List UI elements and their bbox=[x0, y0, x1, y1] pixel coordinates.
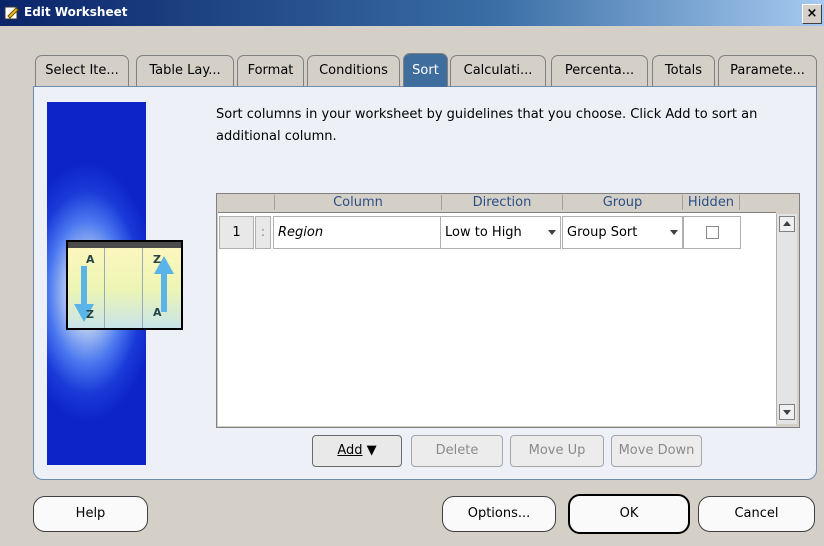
tab-parameters[interactable]: Paramete... bbox=[718, 55, 817, 86]
group-value: Group Sort bbox=[567, 225, 638, 240]
hidden-checkbox[interactable] bbox=[706, 226, 719, 239]
header-group[interactable]: Group bbox=[563, 195, 683, 210]
letter-z-top: Z bbox=[153, 253, 161, 266]
grid-scrollbar[interactable] bbox=[776, 214, 797, 424]
header-row-number bbox=[218, 195, 275, 210]
close-button[interactable]: × bbox=[802, 4, 822, 24]
sort-card-divider bbox=[104, 248, 105, 328]
letter-z-bottom: Z bbox=[86, 308, 94, 321]
group-select[interactable]: Group Sort bbox=[562, 216, 683, 249]
letter-a-top: A bbox=[86, 253, 95, 266]
row-handle[interactable]: : bbox=[255, 216, 271, 249]
tab-totals[interactable]: Totals bbox=[652, 55, 715, 86]
move-down-button[interactable]: Move Down bbox=[611, 435, 702, 467]
grid-body: 1 : Region Low to High Group Sort bbox=[218, 212, 776, 426]
add-button-label: Add bbox=[337, 443, 363, 458]
chevron-down-icon bbox=[548, 230, 556, 235]
scroll-down-icon[interactable] bbox=[779, 404, 795, 420]
help-button[interactable]: Help bbox=[33, 496, 148, 532]
move-up-button[interactable]: Move Up bbox=[510, 435, 604, 467]
sort-card-divider bbox=[142, 248, 143, 328]
add-button[interactable]: Add ▼ bbox=[312, 435, 402, 467]
tab-select-items[interactable]: Select Ite... bbox=[35, 55, 129, 86]
chevron-down-icon bbox=[670, 230, 678, 235]
tab-percentages[interactable]: Percenta... bbox=[551, 55, 648, 86]
tab-table-layout[interactable]: Table Lay... bbox=[136, 55, 234, 86]
row-number: 1 bbox=[219, 216, 254, 249]
scroll-up-icon[interactable] bbox=[779, 216, 795, 232]
direction-value: Low to High bbox=[445, 225, 522, 240]
cancel-button[interactable]: Cancel bbox=[698, 496, 815, 532]
title-bar: Edit Worksheet × bbox=[0, 0, 824, 26]
tab-conditions[interactable]: Conditions bbox=[307, 55, 400, 86]
tab-calculations[interactable]: Calculati... bbox=[450, 55, 546, 86]
column-cell[interactable]: Region bbox=[273, 216, 445, 249]
header-column[interactable]: Column bbox=[275, 195, 442, 210]
sort-card-header bbox=[68, 242, 181, 248]
window-icon bbox=[4, 6, 19, 20]
delete-button[interactable]: Delete bbox=[411, 435, 503, 467]
direction-select[interactable]: Low to High bbox=[440, 216, 561, 249]
hidden-cell bbox=[683, 216, 741, 249]
sort-grid: Column Direction Group Hidden 1 : Region… bbox=[216, 193, 800, 428]
ok-button[interactable]: OK bbox=[568, 494, 690, 534]
tab-sort[interactable]: Sort bbox=[403, 53, 448, 87]
caret-down-icon: ▼ bbox=[366, 443, 377, 458]
header-hidden[interactable]: Hidden bbox=[683, 195, 740, 210]
options-button[interactable]: Options... bbox=[442, 496, 556, 532]
sort-description: Sort columns in your worksheet by guidel… bbox=[216, 107, 758, 144]
window-title: Edit Worksheet bbox=[24, 5, 128, 19]
letter-a-bottom: A bbox=[153, 306, 162, 319]
sort-card-graphic: A Z Z A bbox=[66, 240, 183, 330]
header-direction[interactable]: Direction bbox=[442, 195, 563, 210]
tab-format[interactable]: Format bbox=[237, 55, 304, 86]
